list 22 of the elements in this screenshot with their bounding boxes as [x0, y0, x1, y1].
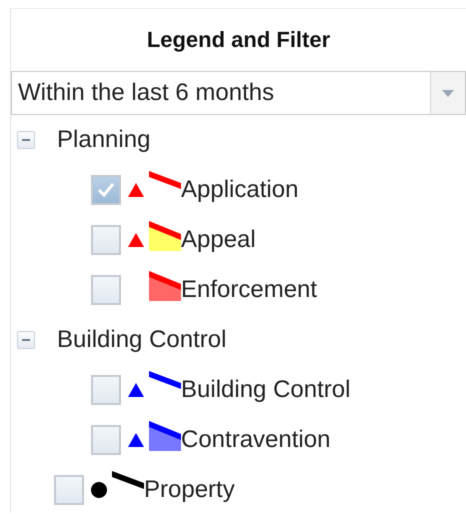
dropdown-arrow-icon [442, 90, 454, 96]
checkbox[interactable] [54, 475, 84, 505]
period-dropdown[interactable]: Within the last 6 months [11, 71, 466, 115]
checkbox[interactable] [91, 175, 121, 205]
minus-icon [22, 136, 30, 144]
layer-label: Building Control [181, 376, 350, 404]
minus-icon [22, 336, 30, 344]
panel-title: Legend and Filter [146, 26, 332, 54]
layer-label: Contravention [181, 426, 330, 454]
group-label: Building Control [57, 326, 226, 354]
layer-label: Property [144, 476, 235, 504]
checkbox[interactable] [91, 275, 121, 305]
checkbox[interactable] [91, 225, 121, 255]
collapse-toggle[interactable] [17, 131, 35, 149]
layer-label: Application [181, 176, 298, 204]
layer-label: Enforcement [181, 276, 318, 304]
checkbox[interactable] [91, 375, 121, 405]
layer-label: Appeal [181, 226, 256, 254]
checkbox[interactable] [91, 425, 121, 455]
group-label: Planning [57, 126, 150, 154]
checkmark-icon [97, 182, 115, 198]
collapse-toggle[interactable] [17, 331, 35, 349]
